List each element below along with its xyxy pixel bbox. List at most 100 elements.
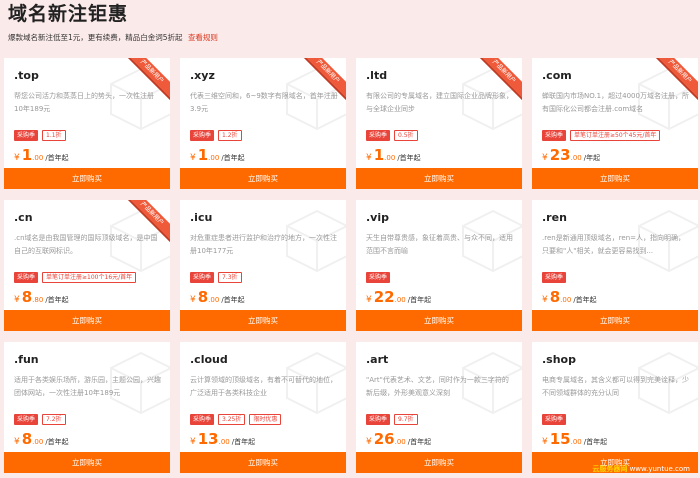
price: ¥1.00/首年起 (14, 146, 69, 164)
price-integer: 1 (373, 146, 385, 164)
price: ¥8.00/首年起 (542, 288, 597, 306)
domain-description: 有限公司的专属域名，建立国际企业品牌形象，与全球企业同步 (366, 92, 513, 113)
tag-row: 采购季 (366, 272, 391, 283)
price: ¥1.00/首年起 (190, 146, 245, 164)
discount-tag: 7.2折 (42, 414, 66, 425)
tag-row: 采购季 0.5折 (366, 130, 418, 141)
domain-description: "Art"代表艺术、文艺，同时作为一款三字符的新后缀，外形美观意义深刻 (366, 376, 509, 397)
tag-row: 采购季 3.25折 限时优惠 (190, 414, 282, 425)
price-decimal: .00 (394, 296, 406, 304)
tag-row: 采购季 单笔订单注册≥50个45元/首年 (542, 130, 661, 141)
discount-tag: 单笔订单注册≥100个16元/首年 (42, 272, 137, 283)
promo-tag: 采购季 (366, 272, 391, 283)
domain-name: .fun (14, 353, 39, 366)
currency-symbol: ¥ (14, 295, 20, 305)
subtitle-text: 爆款域名新注低至1元，更有续费，精品白金词5折起 (8, 33, 183, 42)
price-unit: /首年起 (45, 296, 69, 304)
domain-description: .ren是新通用顶级域名，ren=人，指向明确，只要和"人"相关，就会更容易找到… (542, 234, 686, 255)
promo-tag: 采购季 (14, 130, 39, 141)
currency-symbol: ¥ (542, 295, 548, 305)
price: ¥8.80/首年起 (14, 288, 69, 306)
price: ¥1.00/首年起 (366, 146, 421, 164)
price: ¥15.00/首年起 (542, 430, 607, 448)
domain-card-grid: 产品新用户 .top 帮您公司活力和蒸蒸日上的势头，一次性注册10年189元 采购季 1… (4, 58, 698, 473)
buy-now-button[interactable]: 立即购买 (180, 452, 346, 473)
buy-now-button[interactable]: 立即购买 (356, 168, 522, 189)
watermark-brand: 云服务器网 (592, 465, 628, 473)
domain-name: .shop (542, 353, 576, 366)
domain-description: 云计算领域的顶级域名，有着不可替代的地位，广泛适用于各类科技企业 (190, 376, 337, 397)
limited-offer-tag: 限时优惠 (249, 414, 282, 425)
currency-symbol: ¥ (14, 437, 20, 447)
promo-tag: 采购季 (14, 272, 39, 283)
price-unit: /首年起 (231, 438, 256, 446)
domain-description: 代表三维空间和，6~9数字有限域名，首年注册3.9元 (190, 92, 338, 113)
discount-tag: 0.5折 (394, 130, 418, 141)
domain-description: 蝉联国内市场NO.1，超过4000万域名注册，所有国际化公司都会注册.com域名 (542, 92, 689, 113)
buy-now-button[interactable]: 立即购买 (532, 310, 698, 331)
buy-now-button[interactable]: 立即购买 (532, 168, 698, 189)
buy-now-button[interactable]: 立即购买 (4, 452, 170, 473)
price-integer: 8 (21, 288, 33, 306)
buy-now-button[interactable]: 立即购买 (180, 168, 346, 189)
domain-name: .top (14, 69, 39, 82)
buy-now-button[interactable]: 立即购买 (4, 310, 170, 331)
promo-tag: 采购季 (366, 130, 391, 141)
tag-row: 采购季 (542, 414, 567, 425)
price-decimal: .00 (32, 154, 44, 162)
domain-name: .com (542, 69, 572, 82)
price-unit: /首年起 (573, 296, 597, 304)
tag-row: 采购季 1.1折 (14, 130, 66, 141)
price-unit: /首年起 (407, 438, 432, 446)
price-integer: 1 (21, 146, 33, 164)
tag-row: 采购季 7.2折 (14, 414, 66, 425)
currency-symbol: ¥ (542, 437, 548, 447)
price-integer: 1 (197, 146, 209, 164)
domain-description: .cn域名是由我国管理的国际顶级域名，是中国自己的互联网标识。 (14, 234, 158, 255)
promo-tag: 采购季 (190, 272, 215, 283)
price-unit: /首年起 (45, 438, 69, 446)
rules-link[interactable]: 查看规则 (188, 33, 218, 42)
price-integer: 8 (197, 288, 209, 306)
currency-symbol: ¥ (366, 437, 372, 447)
domain-card: 产品新用户 .top 帮您公司活力和蒸蒸日上的势头，一次性注册10年189元 采购季 1… (4, 58, 170, 189)
tag-row: 采购季 7.3折 (190, 272, 242, 283)
price-integer: 23 (549, 146, 571, 164)
buy-now-button[interactable]: 立即购买 (356, 310, 522, 331)
promo-tag: 采购季 (14, 414, 39, 425)
domain-name: .cloud (190, 353, 228, 366)
price-decimal: .00 (570, 438, 582, 446)
price-decimal: .80 (32, 296, 44, 304)
price-integer: 13 (197, 430, 219, 448)
domain-description: 适用于各类娱乐场所，游乐园，主题公园，兴趣团体网站，一次性注册10年189元 (14, 376, 161, 397)
tag-row: 采购季 单笔订单注册≥100个16元/首年 (14, 272, 137, 283)
buy-now-button[interactable]: 立即购买 (180, 310, 346, 331)
price-decimal: .00 (208, 154, 220, 162)
domain-name: .art (366, 353, 389, 366)
price: ¥13.00/首年起 (190, 430, 255, 448)
price: ¥8.00/首年起 (14, 430, 69, 448)
tag-row: 采购季 9.7折 (366, 414, 418, 425)
domain-name: .ren (542, 211, 567, 224)
buy-now-button[interactable]: 立即购买 (4, 168, 170, 189)
currency-symbol: ¥ (14, 153, 20, 163)
price-integer: 26 (373, 430, 395, 448)
domain-card: 产品新用户 .com 蝉联国内市场NO.1，超过4000万域名注册，所有国际化公司都… (532, 58, 698, 189)
currency-symbol: ¥ (190, 153, 196, 163)
domain-card: .art "Art"代表艺术、文艺，同时作为一款三字符的新后缀，外形美观意义深刻采… (356, 342, 522, 473)
domain-description: 对危重症患者进行监护和治疗的地方，一次性注册10年177元 (190, 234, 337, 255)
domain-card: .icu 对危重症患者进行监护和治疗的地方，一次性注册10年177元 采购季 7.3折… (180, 200, 346, 331)
discount-tag: 7.3折 (218, 272, 242, 283)
domain-name: .ltd (366, 69, 388, 82)
currency-symbol: ¥ (366, 153, 372, 163)
price-unit: /首年起 (221, 296, 245, 304)
buy-now-button[interactable]: 立即购买 (356, 452, 522, 473)
price-decimal: .00 (560, 296, 572, 304)
promo-tag: 采购季 (366, 414, 391, 425)
price-integer: 8 (21, 430, 33, 448)
price-unit: /首年起 (583, 438, 608, 446)
price-integer: 22 (373, 288, 395, 306)
price: ¥26.00/首年起 (366, 430, 431, 448)
domain-description: 帮您公司活力和蒸蒸日上的势头，一次性注册10年189元 (14, 92, 154, 113)
domain-card: .fun 适用于各类娱乐场所，游乐园，主题公园，兴趣团体网站，一次性注册10年18… (4, 342, 170, 473)
